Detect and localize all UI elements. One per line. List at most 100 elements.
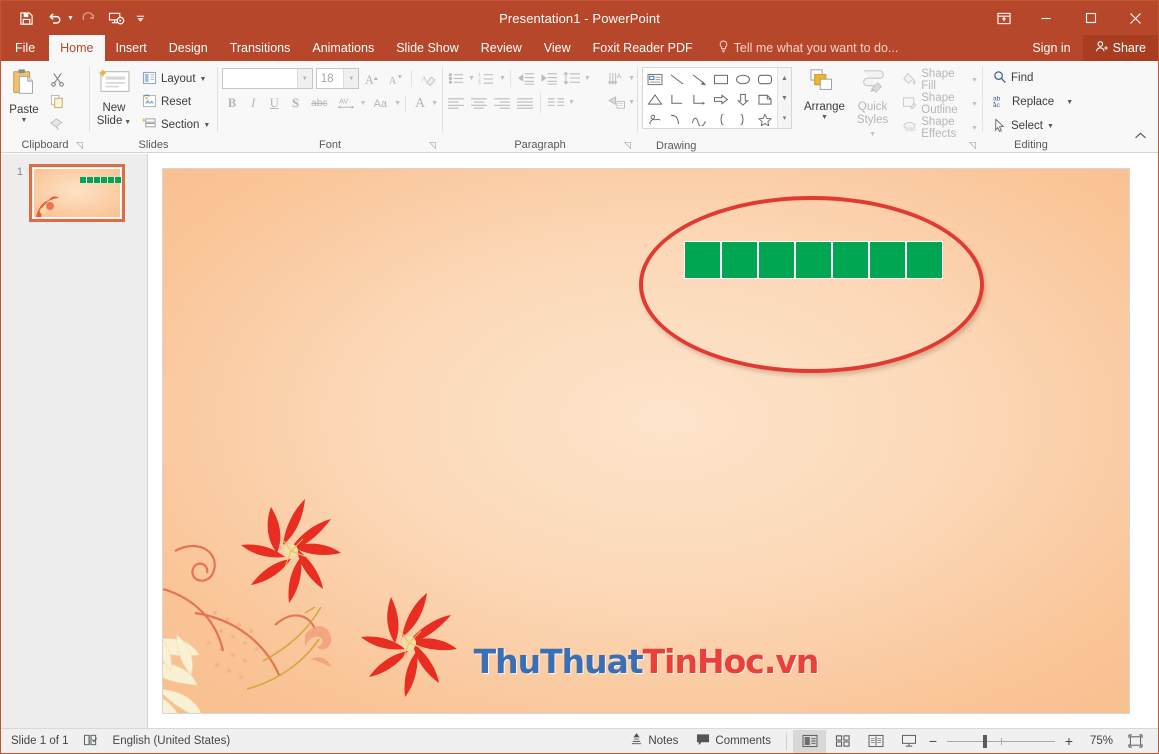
right-brace-shape-icon[interactable] [732,109,754,129]
normal-view-button[interactable] [793,729,826,753]
shape-fill-button[interactable]: Shape Fill ▼ [898,68,982,92]
elbow-arrow-connector-shape-icon[interactable] [688,89,710,109]
text-direction-caret-icon[interactable]: ▼ [628,75,635,82]
tab-foxit-reader-pdf[interactable]: Foxit Reader PDF [582,35,704,61]
scribble-shape-icon[interactable] [644,109,666,129]
arc-shape-icon[interactable] [666,109,688,129]
sign-in-button[interactable]: Sign in [1020,35,1082,61]
zoom-slider[interactable] [947,729,1055,754]
select-button[interactable]: Select ▼ [989,115,1058,137]
slide-counter[interactable]: Slide 1 of 1 [11,735,69,747]
shapes-more-icon[interactable]: ▾ [778,108,791,128]
slideshow-view-button[interactable] [892,730,925,753]
font-size-combo[interactable]: 18 ▼ [315,68,360,89]
change-case-caret-icon[interactable]: ▼ [394,100,401,107]
customize-qat-icon[interactable] [132,6,150,30]
slide-sorter-view-button[interactable] [826,730,859,753]
shapes-gallery[interactable]: ▲ ▼ ▾ [642,67,792,129]
shapes-scroll-up-icon[interactable]: ▲ [778,68,791,88]
font-size-caret-icon[interactable]: ▼ [343,69,359,88]
format-painter-icon[interactable] [45,113,69,134]
justify-icon[interactable] [514,92,536,113]
comments-button[interactable]: Comments [687,729,780,754]
paste-caret-icon[interactable]: ▼ [21,117,28,124]
close-button[interactable] [1113,1,1158,35]
underline-button[interactable]: U [264,93,284,114]
ribbon-display-options-icon[interactable] [985,1,1023,35]
slide-thumbnail-1[interactable] [29,164,125,222]
start-slideshow-icon[interactable] [104,6,130,30]
numbering-icon[interactable]: 1 2 3 [476,68,498,89]
minimize-button[interactable] [1023,1,1068,35]
character-spacing-button[interactable]: AV [333,93,359,114]
triangle-shape-icon[interactable] [644,89,666,109]
increase-indent-icon[interactable] [538,68,560,89]
shapes-scroll-down-icon[interactable]: ▼ [778,88,791,108]
tab-review[interactable]: Review [470,35,533,61]
tab-home[interactable]: Home [49,35,105,61]
find-button[interactable]: Find [989,67,1037,89]
zoom-slider-handle[interactable] [983,734,987,748]
curve-shape-icon[interactable] [688,109,710,129]
language-indicator[interactable]: English (United States) [113,735,231,747]
thumbnail-row[interactable]: 1 [1,164,147,222]
arrow-shape-icon[interactable] [688,69,710,89]
align-center-icon[interactable] [468,92,490,113]
italic-button[interactable]: I [243,93,263,114]
shapes-scrollbar[interactable]: ▲ ▼ ▾ [777,68,791,128]
left-brace-shape-icon[interactable] [710,109,732,129]
section-button[interactable]: Section ▼ [138,114,214,136]
bullets-icon[interactable] [445,68,467,89]
slide-editing-surface[interactable]: ThuThuatTinHoc.vn [163,169,1129,713]
flowchart-shape-icon[interactable] [754,89,776,109]
collapse-ribbon-button[interactable] [1130,126,1151,148]
align-left-icon[interactable] [445,92,467,113]
section-caret-icon[interactable]: ▼ [203,122,210,129]
redo-icon[interactable] [76,6,102,30]
fit-to-window-button[interactable] [1119,730,1152,753]
tab-insert[interactable]: Insert [105,35,158,61]
arrange-button[interactable]: Arrange ▼ [792,65,851,121]
paste-button[interactable]: Paste ▼ [1,65,45,124]
clear-formatting-icon[interactable]: A [418,68,438,89]
tab-view[interactable]: View [533,35,582,61]
new-slide-caret-icon[interactable]: ▼ [122,119,131,126]
text-shadow-button[interactable]: S [285,93,305,114]
reset-button[interactable]: Reset [138,91,214,113]
shape-effects-caret-icon[interactable]: ▼ [971,125,978,132]
decrease-font-size-icon[interactable]: A [385,68,405,89]
cut-icon[interactable] [45,69,69,90]
tab-file[interactable]: File [1,35,49,61]
text-box-shape-icon[interactable] [644,69,666,89]
drawing-dialog-launcher-icon[interactable]: ◹ [967,140,978,151]
right-arrow-shape-icon[interactable] [710,89,732,109]
undo-caret-icon[interactable]: ▼ [67,15,74,22]
shape-fill-caret-icon[interactable]: ▼ [971,77,978,84]
align-right-icon[interactable] [491,92,513,113]
line-shape-icon[interactable] [666,69,688,89]
maximize-button[interactable] [1068,1,1113,35]
character-spacing-caret-icon[interactable]: ▼ [360,100,367,107]
save-icon[interactable] [13,6,39,30]
shape-outline-caret-icon[interactable]: ▼ [971,101,978,108]
tab-slide-show[interactable]: Slide Show [385,35,470,61]
elbow-connector-shape-icon[interactable] [666,89,688,109]
change-case-button[interactable]: Aa [368,93,394,114]
font-dialog-launcher-icon[interactable]: ◹ [427,140,438,151]
tell-me-search[interactable]: Tell me what you want to do... [704,35,909,61]
font-name-combo[interactable]: ▼ [222,68,313,89]
convert-to-smartart-icon[interactable] [606,92,628,113]
clipboard-dialog-launcher-icon[interactable]: ◹ [74,140,85,151]
zoom-in-button[interactable]: + [1061,733,1077,749]
select-caret-icon[interactable]: ▼ [1047,123,1054,130]
smartart-caret-icon[interactable]: ▼ [628,99,635,106]
spellcheck-icon[interactable] [83,733,99,750]
line-spacing-icon[interactable] [561,68,583,89]
shape-effects-button[interactable]: Shape Effects ▼ [898,116,982,140]
oval-shape-icon[interactable] [732,69,754,89]
rounded-rectangle-shape-icon[interactable] [754,69,776,89]
columns-icon[interactable] [545,92,567,113]
font-color-caret-icon[interactable]: ▼ [431,100,438,107]
slide-thumbnail-pane[interactable]: 1 [1,154,148,728]
tab-design[interactable]: Design [158,35,219,61]
